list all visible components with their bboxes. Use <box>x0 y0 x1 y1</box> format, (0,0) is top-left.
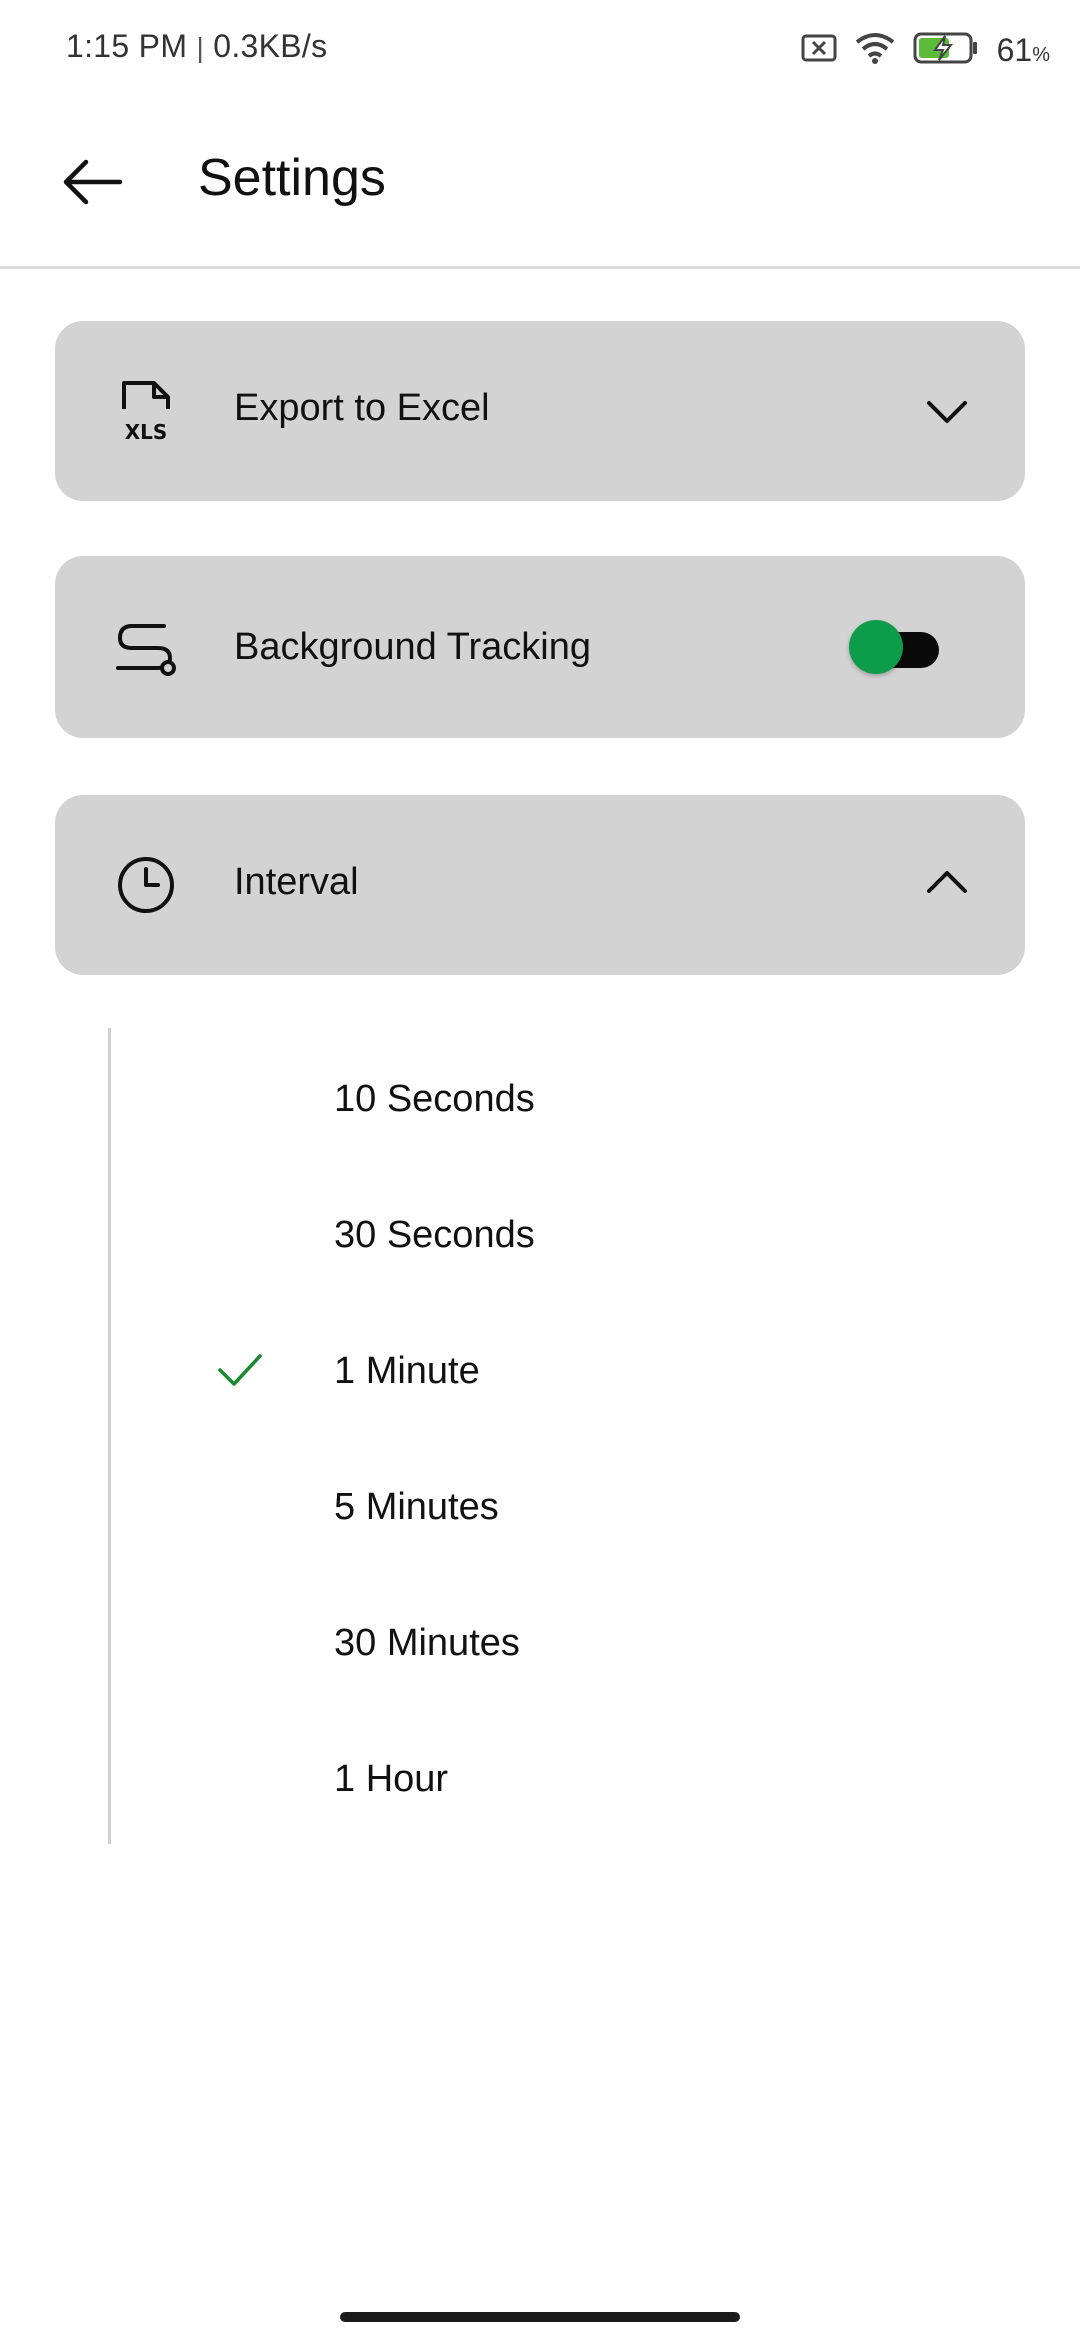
option-label: 1 Minute <box>334 1350 480 1392</box>
toggle-thumb <box>849 620 903 674</box>
network-speed: 0.3KB/s <box>213 28 328 64</box>
interval-option-5-minutes[interactable]: 5 Minutes <box>120 1448 1000 1568</box>
top-app-bar: Settings <box>0 100 1080 269</box>
background-tracking-label: Background Tracking <box>234 626 591 668</box>
chevron-up-icon <box>917 853 977 913</box>
arrow-left-icon <box>63 159 123 205</box>
status-icons: 61% <box>783 28 1050 72</box>
battery-percent-value: 61 <box>996 31 1033 68</box>
option-label: 5 Minutes <box>334 1486 499 1528</box>
interval-options-rail <box>108 1028 111 1844</box>
option-label: 10 Seconds <box>334 1078 535 1120</box>
interval-label: Interval <box>234 861 359 903</box>
svg-text:XLS: XLS <box>125 420 168 443</box>
chevron-down-icon <box>917 381 977 441</box>
home-indicator[interactable] <box>340 2312 740 2322</box>
back-button[interactable] <box>56 146 128 218</box>
export-excel-card[interactable]: XLS Export to Excel <box>55 321 1025 501</box>
battery-percent-unit: % <box>1032 43 1050 66</box>
interval-option-1-minute[interactable]: 1 Minute <box>120 1312 1000 1432</box>
background-tracking-toggle[interactable] <box>849 620 939 674</box>
settings-screen: 1:15 PM | 0.3KB/s 61% Settings XLS Expor… <box>0 0 1080 2340</box>
interval-option-10-seconds[interactable]: 10 Seconds <box>120 1040 1000 1160</box>
status-time: 1:15 PM | 0.3KB/s <box>66 28 327 65</box>
battery-percent: 61% <box>997 32 1050 69</box>
export-excel-label: Export to Excel <box>234 387 490 429</box>
option-label: 30 Seconds <box>334 1214 535 1256</box>
battery-charging-icon <box>913 32 979 69</box>
interval-option-1-hour[interactable]: 1 Hour <box>120 1720 1000 1840</box>
interval-card[interactable]: Interval <box>55 795 1025 975</box>
background-tracking-card: Background Tracking <box>55 556 1025 738</box>
option-label: 1 Hour <box>334 1758 449 1800</box>
page-title: Settings <box>198 149 386 207</box>
xls-file-icon: XLS <box>110 375 182 447</box>
clock-text: 1:15 PM <box>66 28 188 64</box>
route-icon <box>110 612 182 684</box>
sim-error-icon <box>801 34 837 67</box>
clock-icon <box>110 849 182 921</box>
status-bar: 1:15 PM | 0.3KB/s 61% <box>0 0 1080 100</box>
interval-option-30-seconds[interactable]: 30 Seconds <box>120 1176 1000 1296</box>
interval-option-30-minutes[interactable]: 30 Minutes <box>120 1584 1000 1704</box>
checkmark-icon <box>212 1342 268 1398</box>
option-label: 30 Minutes <box>334 1622 520 1664</box>
wifi-icon <box>855 32 895 69</box>
status-separator: | <box>196 32 205 63</box>
